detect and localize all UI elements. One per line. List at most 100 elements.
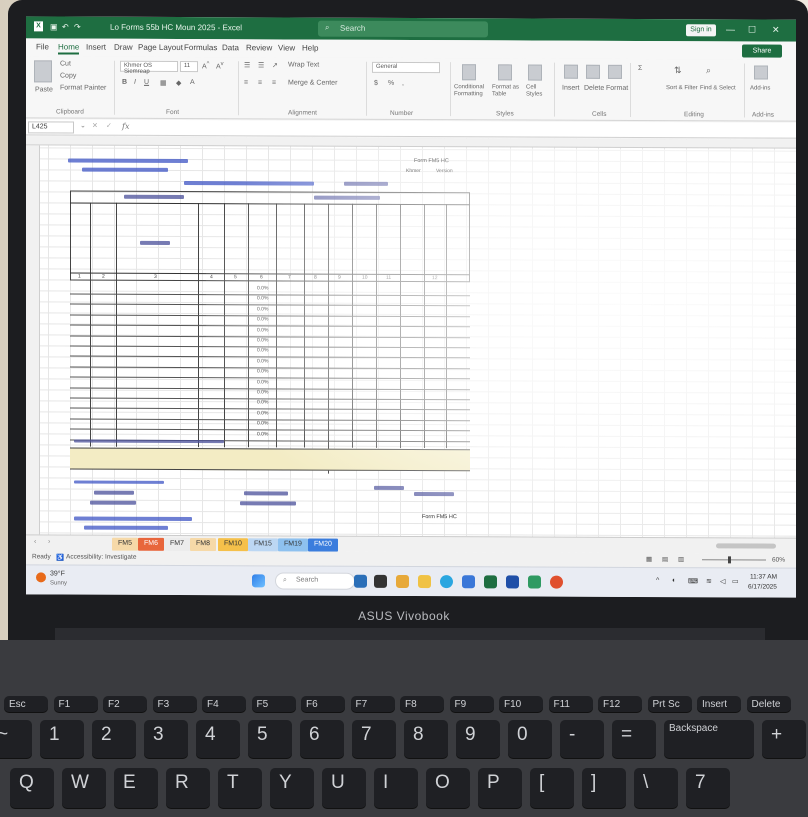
number-key[interactable]: 4 (196, 720, 240, 758)
sheet-tab-fm20[interactable]: FM20 (308, 538, 338, 552)
clock-time[interactable]: 11:37 AM (750, 573, 777, 580)
sheet-tab-fm19[interactable]: FM19 (278, 538, 308, 552)
paste-icon[interactable] (34, 60, 52, 83)
number-key[interactable]: 3 (144, 720, 188, 758)
formula-input[interactable] (136, 122, 790, 137)
delete-cells-button[interactable]: Delete (584, 85, 604, 92)
insert-function-button[interactable]: fx (122, 122, 129, 131)
wifi-icon[interactable]: ≋ (706, 577, 712, 585)
tab-view[interactable]: View (278, 43, 295, 52)
conditional-formatting-button[interactable]: Conditional Formatting (454, 84, 488, 98)
horizontal-scrollbar[interactable] (716, 543, 776, 549)
app-icon[interactable] (374, 574, 387, 588)
number-key[interactable]: Backspace (664, 720, 754, 758)
tab-draw[interactable]: Draw (114, 43, 133, 52)
orientation-icon[interactable]: ↗ (272, 61, 278, 69)
number-key[interactable]: 6 (300, 720, 344, 758)
number-format-select[interactable]: General (372, 61, 440, 74)
add-ins-button[interactable]: Add-ins (750, 85, 770, 91)
tray-chevron-icon[interactable]: ^ (656, 577, 659, 584)
insert-cells-icon[interactable] (564, 64, 578, 79)
number-key[interactable]: = (612, 720, 656, 758)
zoom-level[interactable]: 60% (772, 557, 785, 564)
paste-button[interactable]: Paste (35, 86, 53, 93)
format-as-table-icon[interactable] (498, 64, 512, 81)
fill-color-icon[interactable]: ◆ (176, 79, 181, 87)
app-icon[interactable] (528, 575, 541, 589)
zoom-slider-thumb[interactable] (728, 556, 731, 564)
align-center-icon[interactable]: ≡ (258, 79, 262, 86)
letter-key[interactable]: O (426, 768, 470, 808)
tab-home[interactable]: Home (58, 42, 80, 55)
worksheet-grid[interactable]: Form FM5 HC Khmer Version 1 2 3 4 5 6 7 … (26, 136, 796, 538)
format-cells-icon[interactable] (608, 64, 622, 79)
borders-icon[interactable]: ▦ (160, 79, 167, 87)
tab-insert[interactable]: Insert (86, 43, 106, 52)
taskbar-search[interactable]: ⌕ Search (275, 572, 355, 590)
font-color-icon[interactable]: A (190, 79, 195, 86)
tab-file[interactable]: File (36, 42, 49, 51)
chrome-icon[interactable] (550, 575, 563, 589)
percent-icon[interactable]: % (388, 80, 394, 87)
letter-key[interactable]: P (478, 768, 522, 808)
number-key[interactable]: 9 (456, 720, 500, 758)
sheet-tab-fm5[interactable]: FM5 (112, 537, 138, 551)
insert-cells-button[interactable]: Insert (562, 85, 580, 92)
function-key[interactable]: F7 (350, 696, 395, 712)
letter-key[interactable]: I (374, 768, 418, 808)
bold-icon[interactable]: B (122, 79, 127, 86)
format-as-table-button[interactable]: Format as Table (492, 84, 520, 98)
letter-key[interactable]: U (322, 768, 366, 808)
tab-review[interactable]: Review (246, 43, 272, 52)
wrap-text-button[interactable]: Wrap Text (288, 61, 319, 68)
undo-icon[interactable]: ↶ (62, 22, 69, 31)
sheet-tab-fm10[interactable]: FM10 (218, 538, 248, 552)
grow-font-icon[interactable]: A^ (202, 61, 209, 70)
function-key[interactable]: F6 (301, 696, 345, 712)
name-box[interactable]: L425 (28, 121, 74, 134)
conditional-formatting-icon[interactable] (462, 64, 476, 81)
italic-icon[interactable]: I (134, 79, 136, 86)
redo-icon[interactable]: ↷ (74, 23, 81, 32)
cut-button[interactable]: Cut (60, 60, 71, 67)
letter-key[interactable]: ] (582, 768, 626, 808)
minimize-icon[interactable]: — (726, 24, 735, 34)
align-left-icon[interactable]: ≡ (244, 79, 248, 86)
sort-filter-icon[interactable]: ⇅ (674, 65, 682, 76)
find-select-button[interactable]: Find & Select (700, 85, 736, 91)
name-box-dropdown-icon[interactable]: ⌄ (80, 122, 86, 130)
letter-key[interactable]: Y (270, 768, 314, 808)
accessibility-status[interactable]: Accessibility: Investigate (66, 553, 136, 560)
task-view-icon[interactable] (354, 574, 367, 588)
sheet-tab-fm6[interactable]: FM6 (138, 537, 164, 551)
word-taskbar-icon[interactable] (506, 575, 519, 589)
search-input[interactable]: ⌕ Search (318, 20, 488, 38)
currency-icon[interactable]: $ (374, 80, 378, 87)
share-button[interactable]: Share (742, 44, 782, 58)
function-key[interactable]: Delete (746, 696, 791, 712)
letter-key[interactable]: 7 (686, 768, 730, 808)
confirm-entry-icon[interactable]: ✓ (106, 122, 112, 130)
comma-icon[interactable]: , (402, 80, 404, 87)
function-key[interactable]: F10 (499, 696, 543, 712)
align-right-icon[interactable]: ≡ (272, 79, 276, 86)
number-key[interactable]: 1 (40, 720, 84, 758)
add-ins-icon[interactable] (754, 65, 768, 80)
store-icon[interactable] (462, 575, 475, 589)
page-layout-view-icon[interactable]: ▤ (662, 555, 668, 563)
start-icon[interactable] (252, 574, 265, 588)
cancel-entry-icon[interactable]: ✕ (92, 122, 98, 130)
excel-taskbar-icon[interactable] (484, 575, 497, 589)
align-top-icon[interactable]: ☰ (244, 61, 250, 69)
letter-key[interactable]: [ (530, 768, 574, 808)
align-middle-icon[interactable]: ☰ (258, 61, 264, 69)
delete-cells-icon[interactable] (586, 64, 600, 79)
maximize-icon[interactable]: ☐ (748, 24, 756, 35)
font-size-select[interactable]: 11 (180, 60, 198, 73)
number-key[interactable]: 8 (404, 720, 448, 758)
copy-button[interactable]: Copy (60, 72, 76, 79)
letter-key[interactable]: T (218, 768, 262, 808)
tab-help[interactable]: Help (302, 44, 318, 53)
function-key[interactable]: F9 (449, 696, 494, 712)
number-key[interactable]: 7 (352, 720, 396, 758)
